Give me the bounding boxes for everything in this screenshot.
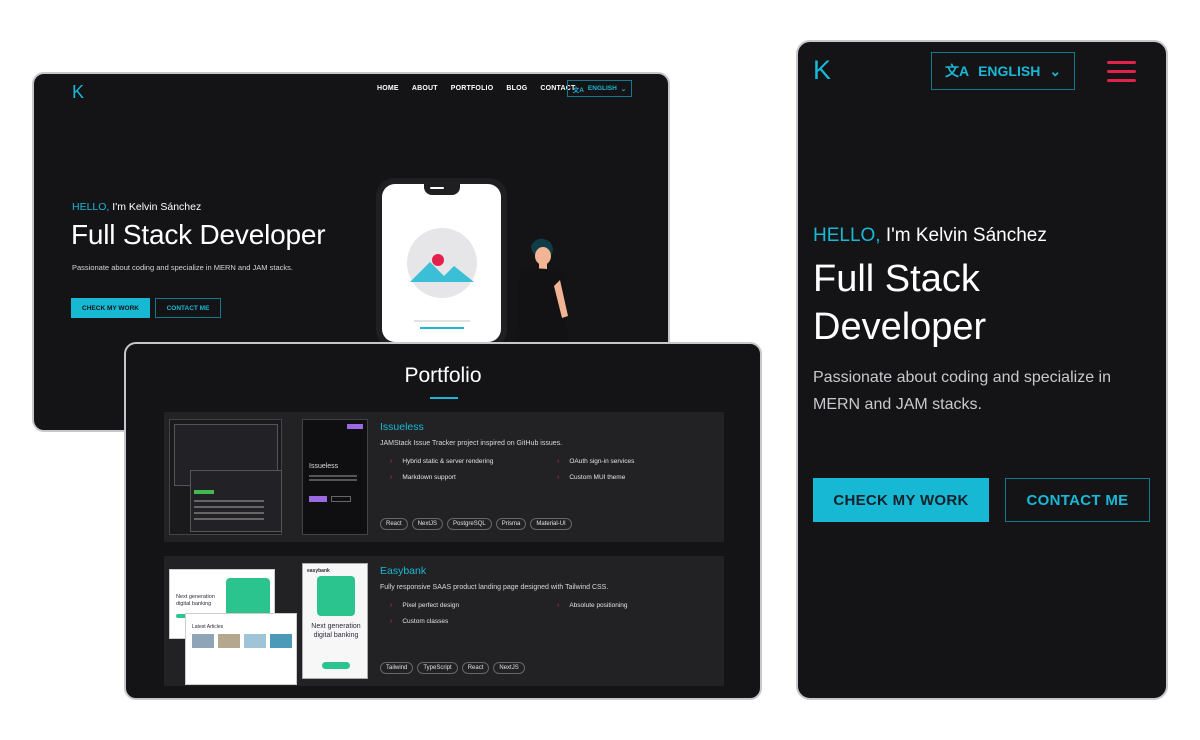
hero-title: Full Stack Developer [71, 219, 326, 250]
project-card-issueless[interactable]: Issueless Issueless JAMStack Issue Track… [164, 412, 724, 542]
portfolio-preview: Portfolio Issueless Issueless JAMStack I… [124, 342, 762, 700]
contact-me-button[interactable]: CONTACT ME [155, 298, 221, 318]
issueless-preview-title: Issueless [309, 463, 339, 470]
logo[interactable]: K [813, 55, 831, 86]
hero-title-line-2: Developer [813, 306, 987, 348]
hero-title: Full Stack Developer [813, 255, 986, 351]
chevron-right-icon: › [557, 602, 560, 609]
chevron-down-icon: ⌄ [620, 85, 627, 93]
chevron-right-icon: › [390, 458, 393, 465]
greeting: HELLO, I'm Kelvin Sánchez [813, 225, 1047, 247]
feature-item: › Absolute positioning [557, 602, 628, 609]
translate-icon: 文A [572, 86, 584, 94]
showcase: K HOME ABOUT PORTFOLIO BLOG CONTACT 文A E… [0, 0, 1200, 740]
chevron-down-icon: ⌄ [1049, 62, 1062, 79]
tag: NextJS [493, 662, 525, 674]
hero-subtitle: Passionate about coding and specialize i… [813, 369, 1111, 413]
logo[interactable]: K [72, 82, 84, 103]
greeting-hello: HELLO, [72, 201, 110, 213]
title-underline [430, 397, 458, 399]
tech-tags: React NextJS PostgreSQL Prisma Material-… [380, 518, 572, 530]
language-label: ENGLISH [978, 63, 1041, 79]
tech-tags: Tailwind TypeScript React NextJS [380, 662, 525, 674]
project-name[interactable]: Easybank [380, 565, 426, 577]
chevron-right-icon: › [390, 618, 393, 625]
greeting: HELLO, I'm Kelvin Sánchez [72, 201, 201, 213]
chevron-right-icon: › [390, 474, 393, 481]
feature-item: › Pixel perfect design [390, 602, 460, 609]
phone-illustration [376, 178, 507, 348]
tag: React [461, 662, 490, 674]
easybank-screenshot-mobile: easybank Next generation digital banking [302, 563, 368, 679]
nav-about[interactable]: ABOUT [412, 85, 438, 92]
nav-home[interactable]: HOME [377, 85, 399, 92]
hamburger-menu-icon[interactable] [1107, 61, 1136, 83]
chevron-right-icon: › [557, 458, 560, 465]
tag: PostgreSQL [447, 518, 492, 530]
hero-subtitle: Passionate about coding and specialize i… [72, 263, 293, 272]
feature-item: › Custom classes [390, 618, 449, 625]
portfolio-title: Portfolio [404, 364, 482, 387]
chevron-right-icon: › [557, 474, 560, 481]
feature-item: › OAuth sign-in services [557, 458, 635, 465]
contact-me-button[interactable]: CONTACT ME [1005, 478, 1150, 522]
project-name[interactable]: Issueless [380, 421, 424, 433]
check-my-work-button[interactable]: CHECK MY WORK [71, 298, 150, 318]
translate-icon: 文A [944, 63, 970, 79]
issueless-screenshot-mobile: Issueless [302, 419, 368, 535]
tag: TypeScript [417, 662, 458, 674]
check-my-work-button[interactable]: CHECK MY WORK [813, 478, 989, 522]
main-nav: HOME ABOUT PORTFOLIO BLOG CONTACT [377, 85, 575, 92]
tag: Tailwind [380, 662, 414, 674]
issueless-screenshot-desktop [169, 419, 282, 535]
language-selector[interactable]: 文A ENGLISH ⌄ [567, 80, 632, 97]
easybank-screenshot-desktop: Next generation digital banking Latest A… [169, 563, 297, 685]
greeting-hello: HELLO, [813, 225, 881, 246]
project-description: JAMStack Issue Tracker project inspired … [380, 440, 563, 447]
feature-item: › Markdown support [390, 474, 456, 481]
greeting-name: I'm Kelvin Sánchez [880, 225, 1047, 246]
greeting-name: I'm Kelvin Sánchez [109, 201, 202, 213]
mobile-preview: K 文A ENGLISH ⌄ HELLO, I'm Kelvin Sánchez… [796, 40, 1168, 700]
nav-blog[interactable]: BLOG [506, 85, 527, 92]
tag: NextJS [411, 518, 444, 530]
tag: Prisma [495, 518, 527, 530]
hero-title-line-1: Full Stack [813, 258, 980, 300]
feature-item: › Custom MUI theme [557, 474, 626, 481]
project-description: Fully responsive SAAS product landing pa… [380, 584, 609, 591]
language-selector[interactable]: 文A ENGLISH ⌄ [931, 52, 1075, 90]
language-label: ENGLISH [587, 85, 617, 92]
project-card-easybank[interactable]: Next generation digital banking Latest A… [164, 556, 724, 686]
tag: React [380, 518, 408, 530]
feature-item: › Hybrid static & server rendering [390, 458, 494, 465]
nav-portfolio[interactable]: PORTFOLIO [451, 85, 494, 92]
chevron-right-icon: › [390, 602, 393, 609]
tag: Material-UI [530, 518, 572, 530]
